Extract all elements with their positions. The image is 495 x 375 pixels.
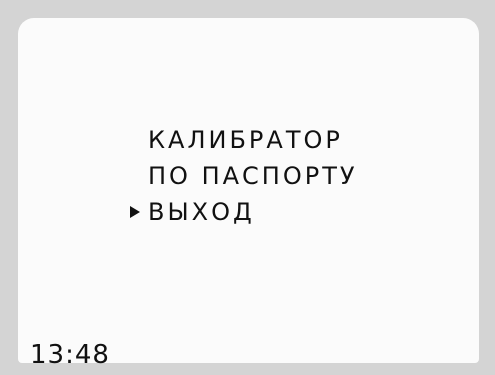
menu-item-by-passport[interactable]: ПО ПАСПОРТУ bbox=[126, 158, 357, 194]
menu-list: КАЛИБРАТОР ПО ПАСПОРТУ ВЫХОД bbox=[126, 122, 357, 230]
menu-item-calibrator[interactable]: КАЛИБРАТОР bbox=[126, 122, 357, 158]
lcd-screen: КАЛИБРАТОР ПО ПАСПОРТУ ВЫХОД 13:48 bbox=[18, 18, 479, 370]
clock-time: 13:48 bbox=[30, 340, 110, 370]
menu-item-label: КАЛИБРАТОР bbox=[148, 126, 343, 154]
device-frame: КАЛИБРАТОР ПО ПАСПОРТУ ВЫХОД 13:48 bbox=[0, 0, 495, 375]
menu-item-label: ПО ПАСПОРТУ bbox=[148, 162, 358, 190]
selection-cursor-icon bbox=[130, 206, 140, 218]
menu-item-exit[interactable]: ВЫХОД bbox=[126, 194, 357, 230]
menu-item-label: ВЫХОД bbox=[148, 198, 255, 226]
